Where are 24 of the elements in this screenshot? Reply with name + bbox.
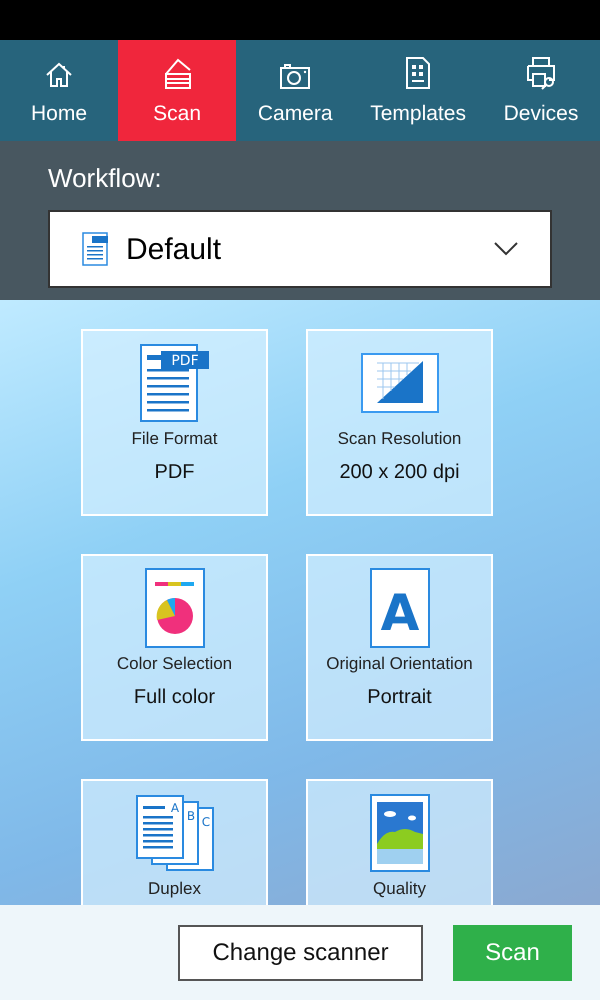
portrait-page-icon: A	[370, 568, 430, 648]
nav-tab[interactable]: Devices	[482, 40, 600, 141]
workflow-dropdown[interactable]: Default	[48, 210, 552, 288]
change-scanner-button[interactable]: Change scanner	[178, 924, 423, 980]
nav-tab[interactable]: Home	[0, 40, 118, 141]
chevron-down-icon	[494, 242, 518, 256]
nav-tab[interactable]: Templates	[354, 40, 482, 141]
staircase-grid-icon	[360, 353, 438, 413]
setting-tile[interactable]: Quality	[306, 779, 493, 905]
nav-tab[interactable]: Scan	[118, 40, 236, 141]
nav-tab[interactable]: Camera	[236, 40, 354, 141]
camera-icon	[279, 62, 312, 90]
pie-chart-document-icon	[144, 568, 204, 648]
scanner-icon	[162, 58, 192, 90]
setting-tile[interactable]: A Original Orientation Portrait	[306, 554, 493, 741]
setting-tile[interactable]: PDF File Format PDF	[81, 329, 268, 516]
printer-icon	[524, 56, 557, 90]
setting-tile[interactable]: A B C Duplex	[81, 779, 268, 905]
landscape-photo-icon	[370, 794, 430, 872]
pdf-file-icon	[82, 232, 110, 266]
setting-tile[interactable]: Color Selection Full color	[81, 554, 268, 741]
setting-tile[interactable]: Scan Resolution 200 x 200 dpi	[306, 329, 493, 516]
document-icon	[405, 56, 432, 90]
workflow-label: Workflow:	[48, 162, 163, 195]
